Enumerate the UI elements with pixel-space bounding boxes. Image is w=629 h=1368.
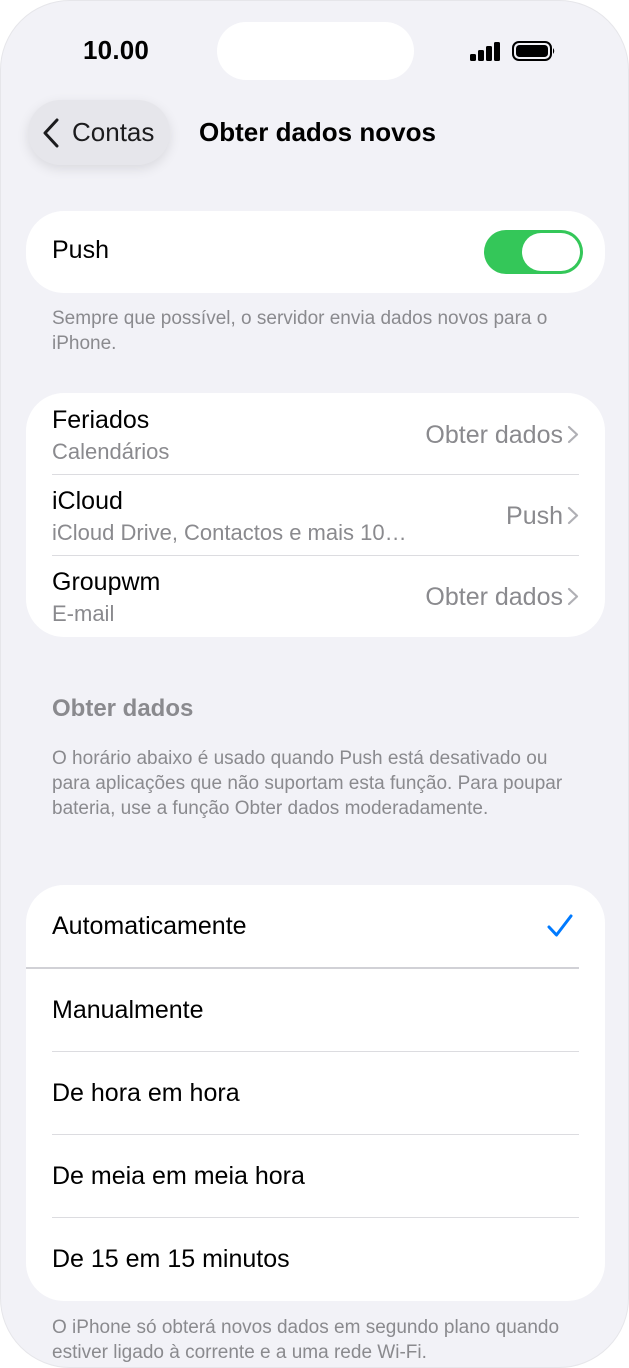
fetch-footnote: O iPhone só obterá novos dados em segund… — [52, 1317, 560, 1363]
schedule-card: Automaticamente Manualmente De hora em h… — [26, 885, 605, 1301]
account-row-icloud[interactable]: iCloud iCloud Drive, Contactos e mais 10… — [26, 474, 605, 555]
chevron-right-icon — [567, 506, 579, 525]
accounts-card: Feriados Calendários Obter dados iCloud … — [26, 393, 605, 637]
account-fetch-value: Obter dados — [425, 583, 563, 611]
chevron-right-icon — [567, 425, 579, 444]
account-row-groupwm[interactable]: Groupwm E-mail Obter dados — [26, 555, 605, 636]
phone-screen: 10.00 Contas Obter dados novos Push Semp… — [0, 0, 629, 1368]
account-subtitle: E-mail — [52, 601, 115, 626]
fetch-description: O horário abaixo é usado quando Push est… — [52, 748, 563, 819]
option-manualmente[interactable]: Manualmente — [26, 969, 605, 1052]
account-title: Groupwm — [52, 568, 161, 596]
back-button[interactable]: Contas — [28, 100, 170, 165]
account-subtitle: iCloud Drive, Contactos e mais 10… — [52, 520, 407, 545]
option-automaticamente[interactable]: Automaticamente — [26, 885, 605, 968]
account-fetch-value: Obter dados — [425, 421, 563, 449]
option-hourly[interactable]: De hora em hora — [26, 1052, 605, 1135]
status-time: 10.00 — [83, 35, 150, 65]
battery-icon — [512, 41, 555, 61]
option-half-hourly[interactable]: De meia em meia hora — [26, 1135, 605, 1218]
push-label: Push — [52, 236, 109, 264]
account-title: Feriados — [52, 406, 150, 434]
page-title: Obter dados novos — [199, 117, 436, 147]
account-row-feriados[interactable]: Feriados Calendários Obter dados — [26, 393, 605, 474]
option-label: De 15 em 15 minutos — [52, 1245, 290, 1273]
checkmark-icon — [547, 914, 573, 937]
option-every-15-minutes[interactable]: De 15 em 15 minutos — [26, 1218, 605, 1301]
chevron-right-icon — [567, 587, 579, 606]
toggle-knob — [522, 233, 580, 271]
push-card: Push — [26, 211, 605, 293]
option-label: De meia em meia hora — [52, 1162, 305, 1190]
account-title: iCloud — [52, 487, 123, 515]
option-label: De hora em hora — [52, 1079, 240, 1107]
option-label: Manualmente — [52, 996, 204, 1024]
section-header: Obter dados — [52, 695, 194, 722]
account-fetch-value: Push — [506, 502, 563, 530]
push-toggle[interactable] — [484, 230, 583, 274]
dynamic-island — [217, 22, 414, 80]
signal-icon — [470, 41, 502, 61]
option-label: Automaticamente — [52, 912, 247, 940]
chevron-left-icon — [43, 118, 59, 147]
account-subtitle: Calendários — [52, 439, 170, 464]
back-button-label: Contas — [72, 117, 155, 147]
push-footnote: Sempre que possível, o servidor envia da… — [52, 308, 548, 354]
